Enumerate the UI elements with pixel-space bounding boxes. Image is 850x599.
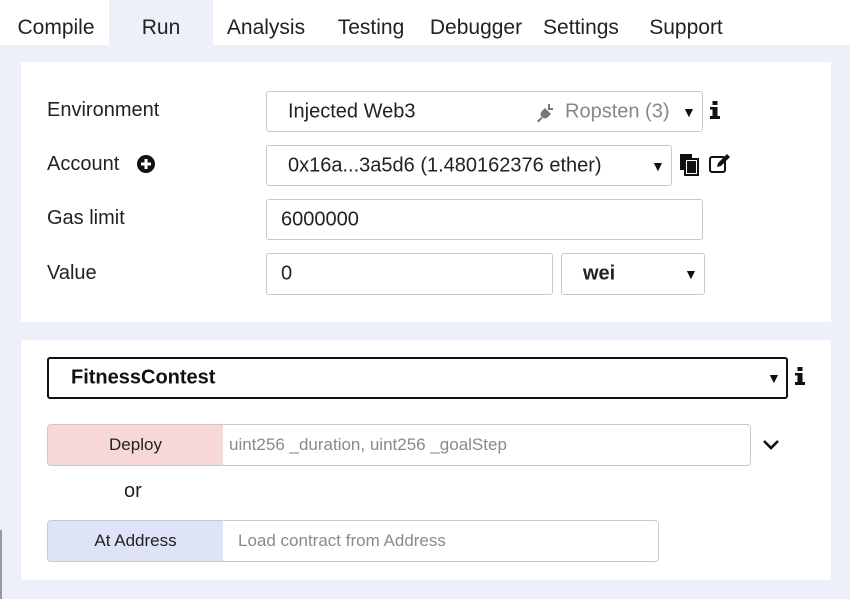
deploy-row: Deploy uint256 _duration, uint256 _goalS…	[47, 424, 751, 466]
network-value: Ropsten (3)	[565, 100, 670, 122]
value-unit: wei	[583, 262, 616, 285]
edit-icon[interactable]	[709, 154, 731, 179]
account-label: Account	[47, 153, 120, 175]
environment-select[interactable]: Injected Web3 Ropsten (3) ▼	[266, 91, 703, 132]
tab-support[interactable]: Support	[643, 0, 729, 45]
plug-icon	[535, 102, 557, 130]
value-input[interactable]: 0	[266, 253, 553, 295]
tab-bar: Compile Run Analysis Testing Debugger Se…	[0, 0, 850, 45]
or-text: or	[124, 480, 142, 502]
contract-name: FitnessContest	[71, 366, 216, 389]
contract-panel: FitnessContest ▼ Deploy uint256 _duratio…	[21, 340, 831, 580]
chevron-down-icon: ▼	[651, 157, 665, 174]
environment-label: Environment	[47, 99, 160, 121]
environment-value: Injected Web3	[288, 100, 416, 122]
add-account-icon[interactable]	[137, 155, 155, 178]
left-edge-line	[0, 530, 2, 599]
copy-icon[interactable]	[680, 154, 700, 181]
deploy-args-input[interactable]: uint256 _duration, uint256 _goalStep	[229, 435, 507, 455]
gas-limit-label: Gas limit	[47, 207, 125, 229]
value-unit-select[interactable]: wei ▼	[561, 253, 705, 295]
info-icon[interactable]	[795, 367, 805, 392]
tab-run[interactable]: Run	[109, 0, 213, 45]
value-amount: 0	[281, 262, 293, 285]
contract-select[interactable]: FitnessContest ▼	[47, 357, 788, 399]
run-settings-panel: Environment Injected Web3 Ropsten (3) ▼ …	[21, 62, 831, 322]
deploy-button[interactable]: Deploy	[48, 425, 223, 465]
tab-testing[interactable]: Testing	[332, 0, 410, 45]
at-address-row: At Address Load contract from Address	[47, 520, 659, 562]
value-label: Value	[47, 262, 97, 284]
tab-settings[interactable]: Settings	[540, 0, 622, 45]
account-value: 0x16a...3a5d6 (1.480162376 ether)	[288, 154, 602, 176]
tab-compile[interactable]: Compile	[11, 0, 101, 45]
chevron-down-icon[interactable]	[762, 438, 780, 456]
gas-limit-input[interactable]: 6000000	[266, 199, 703, 240]
account-select[interactable]: 0x16a...3a5d6 (1.480162376 ether) ▼	[266, 145, 672, 186]
at-address-input[interactable]: Load contract from Address	[238, 531, 446, 551]
tab-analysis[interactable]: Analysis	[222, 0, 310, 45]
tab-debugger[interactable]: Debugger	[425, 0, 527, 45]
at-address-button[interactable]: At Address	[48, 521, 223, 561]
info-icon[interactable]	[710, 101, 720, 126]
chevron-down-icon: ▼	[767, 370, 781, 386]
chevron-down-icon: ▼	[682, 103, 696, 120]
gas-limit-value: 6000000	[281, 208, 359, 230]
chevron-down-icon: ▼	[684, 266, 698, 282]
